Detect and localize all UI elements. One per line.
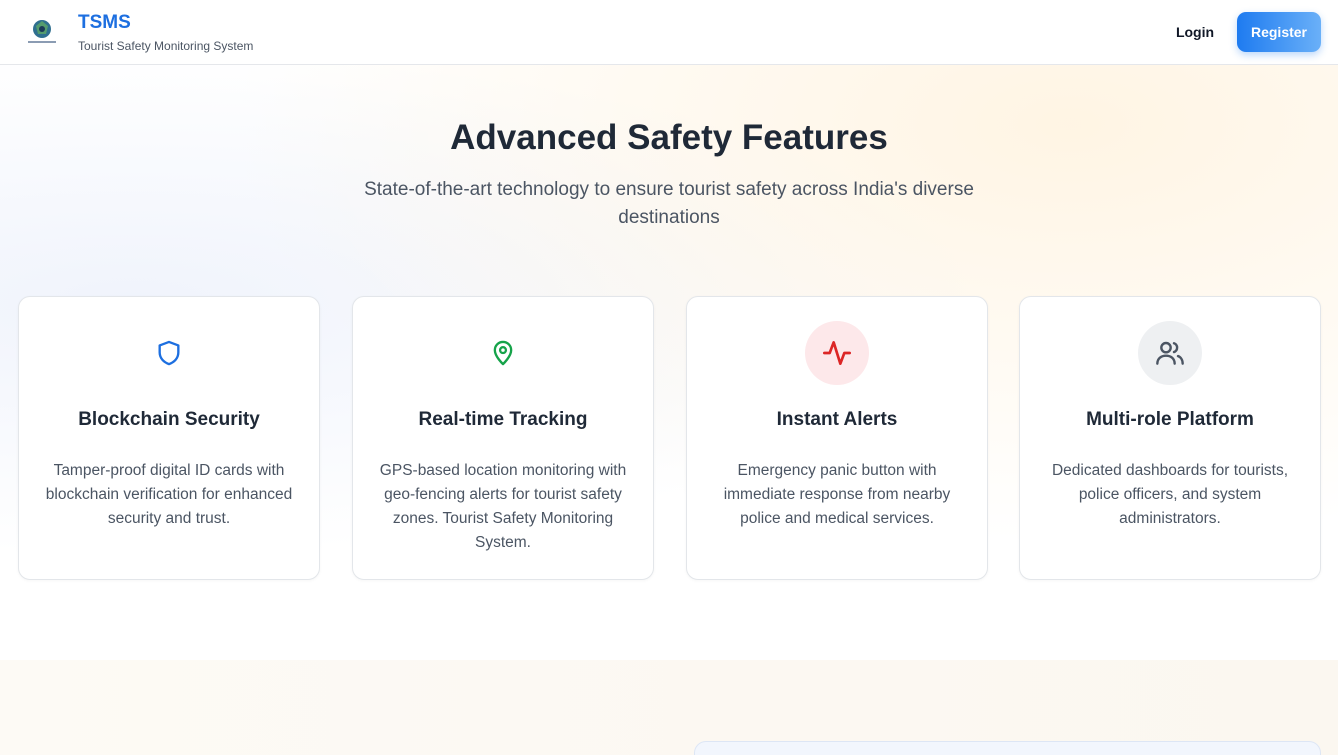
section-subtitle: State-of-the-art technology to ensure to…	[364, 179, 974, 228]
next-section-card	[694, 741, 1321, 755]
map-pin-icon	[471, 321, 535, 385]
activity-icon	[805, 321, 869, 385]
shield-icon	[137, 321, 201, 385]
card-title: Real-time Tracking	[418, 409, 588, 430]
card-title: Multi-role Platform	[1086, 409, 1254, 430]
next-section	[0, 660, 1338, 755]
feature-card-real-time-tracking: Real-time Tracking GPS-based location mo…	[352, 296, 654, 580]
users-icon	[1138, 321, 1202, 385]
features-section: Advanced Safety Features State-of-the-ar…	[0, 65, 1338, 660]
feature-card-blockchain-security: Blockchain Security Tamper-proof digital…	[18, 296, 320, 580]
card-description: Tamper-proof digital ID cards with block…	[45, 462, 293, 527]
login-button[interactable]: Login	[1166, 20, 1224, 44]
card-description: GPS-based location monitoring with geo-f…	[379, 462, 627, 551]
card-title: Blockchain Security	[78, 409, 260, 430]
card-description: Emergency panic button with immediate re…	[723, 462, 951, 527]
tsms-logo[interactable]	[24, 16, 60, 48]
feature-card-multi-role-platform: Multi-role Platform Dedicated dashboards…	[1019, 296, 1321, 580]
register-button[interactable]: Register	[1237, 12, 1321, 52]
top-navbar: TSMS Tourist Safety Monitoring System Lo…	[0, 0, 1338, 65]
card-title: Instant Alerts	[776, 409, 898, 430]
brand-subtitle: Tourist Safety Monitoring System	[78, 39, 254, 53]
brand-title[interactable]: TSMS	[78, 12, 131, 34]
section-title: Advanced Safety Features	[450, 118, 888, 157]
card-description: Dedicated dashboards for tourists, polic…	[1051, 462, 1289, 527]
feature-card-instant-alerts: Instant Alerts Emergency panic button wi…	[686, 296, 988, 580]
